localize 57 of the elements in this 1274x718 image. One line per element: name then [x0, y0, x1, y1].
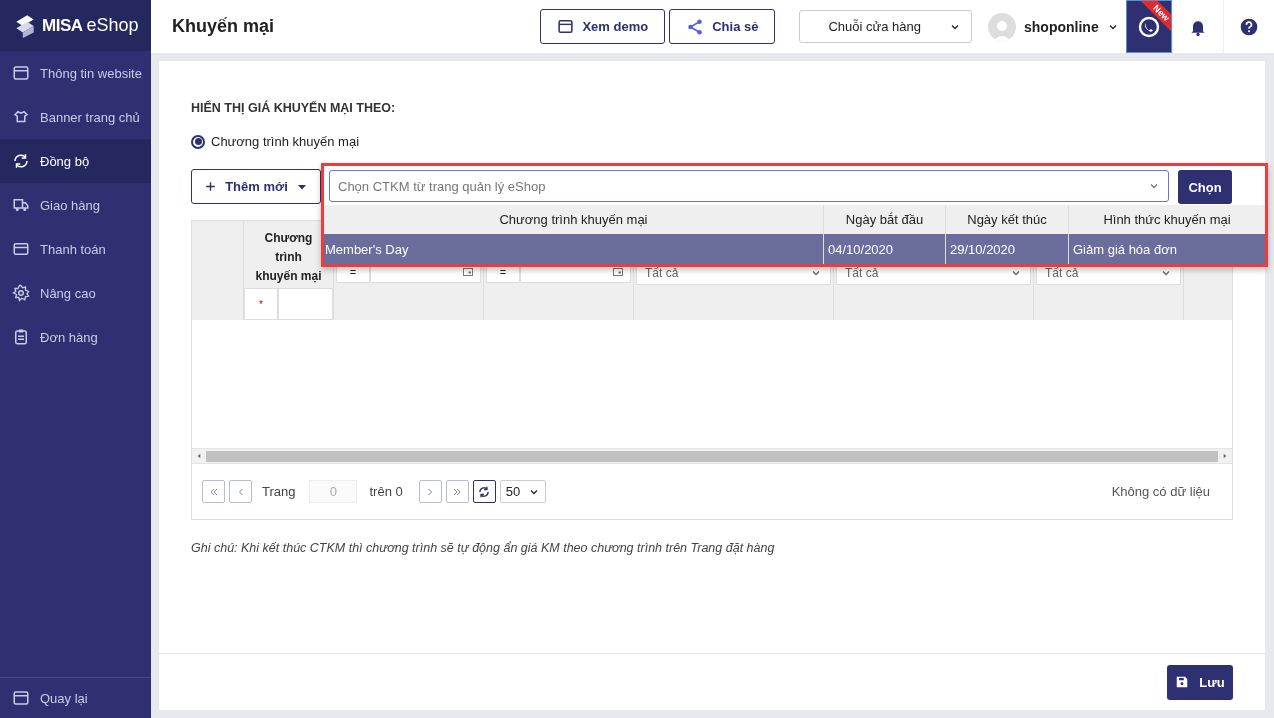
card-icon	[12, 240, 30, 258]
save-button[interactable]: Lưu	[1167, 664, 1233, 700]
sidebar-item[interactable]: Nâng cao	[0, 271, 151, 315]
column-header: Hình thức khuyến mại	[1068, 205, 1265, 234]
sync-icon	[12, 152, 30, 170]
sidebar-item[interactable]: Thông tin website	[0, 51, 151, 95]
browser-icon	[12, 64, 30, 82]
column-header: Ngày bắt đầu	[823, 205, 945, 234]
promo-select[interactable]: Chọn CTKM từ trang quản lý eShop	[329, 170, 1169, 202]
page-label: Trang	[262, 484, 296, 499]
add-button[interactable]: Thêm mới	[191, 169, 321, 204]
column-header: Chương trình khuyến mại	[254, 230, 323, 285]
window-icon	[557, 18, 575, 35]
page-count: trên 0	[369, 484, 403, 499]
table-cell[interactable]: Giảm giá hóa đơn	[1068, 234, 1265, 264]
help-icon	[1239, 16, 1259, 37]
table-cell[interactable]: Member's Day	[324, 234, 823, 264]
gear-icon	[12, 284, 30, 302]
note-text: Ghi chú: Khi kết thúc CTKM thì chương trình sẽ tự động ẩn giá KM theo chương trình trên Trang đặt hàng	[191, 541, 776, 555]
input-field[interactable]	[278, 288, 333, 320]
browser-icon	[12, 689, 30, 707]
sidebar-item[interactable]: Đồng bộ	[0, 139, 151, 183]
demo-button[interactable]: Xem demo	[540, 9, 666, 44]
store-select[interactable]: Chuỗi cửa hàng	[799, 10, 972, 43]
share-icon	[686, 17, 705, 36]
sidebar-item[interactable]: Đơn hàng	[0, 315, 151, 359]
table-cell[interactable]: 29/10/2020	[945, 234, 1068, 264]
status-text: Không có dữ liệu	[1111, 484, 1210, 499]
scrollbar[interactable]	[192, 448, 1232, 464]
scroll-left-icon	[195, 452, 203, 460]
plus-icon	[204, 180, 217, 193]
page-title: Khuyến mại	[172, 16, 276, 37]
clipboard-icon	[12, 328, 30, 346]
truck-icon	[12, 196, 30, 214]
column-header: Chương trình khuyến mại	[324, 205, 823, 234]
refresh-button[interactable]	[472, 480, 496, 503]
scroll-right-icon	[1221, 452, 1229, 460]
table-cell[interactable]: 04/10/2020	[823, 234, 945, 264]
sidebar-item[interactable]: Banner trang chủ	[0, 95, 151, 139]
calendar-icon	[462, 266, 474, 278]
logo-brand: MISA	[42, 15, 83, 36]
sidebar-item[interactable]: Giao hàng	[0, 183, 151, 227]
share-button[interactable]: Chia sẻ	[669, 9, 776, 44]
new-row-marker: *	[244, 288, 278, 320]
column-header: Ngày kết thúc	[945, 205, 1068, 234]
refresh-icon	[477, 484, 492, 499]
user-menu[interactable]: shoponline	[988, 12, 1126, 41]
first-page-button[interactable]	[202, 480, 225, 503]
radio-option[interactable]: Chương trình khuyến mại	[191, 134, 1233, 149]
calendar-icon	[612, 266, 624, 278]
sidebar-item[interactable]: Thanh toán	[0, 227, 151, 271]
choose-button[interactable]: Chọn	[1178, 170, 1232, 204]
page-size-select[interactable]: 50	[499, 480, 546, 503]
section-heading: HIỂN THỊ GIÁ KHUYẾN MẠI THEO:	[191, 101, 397, 115]
last-page-button[interactable]	[445, 480, 469, 503]
radio-button[interactable]	[191, 134, 205, 149]
logo-product: eShop	[86, 15, 139, 36]
